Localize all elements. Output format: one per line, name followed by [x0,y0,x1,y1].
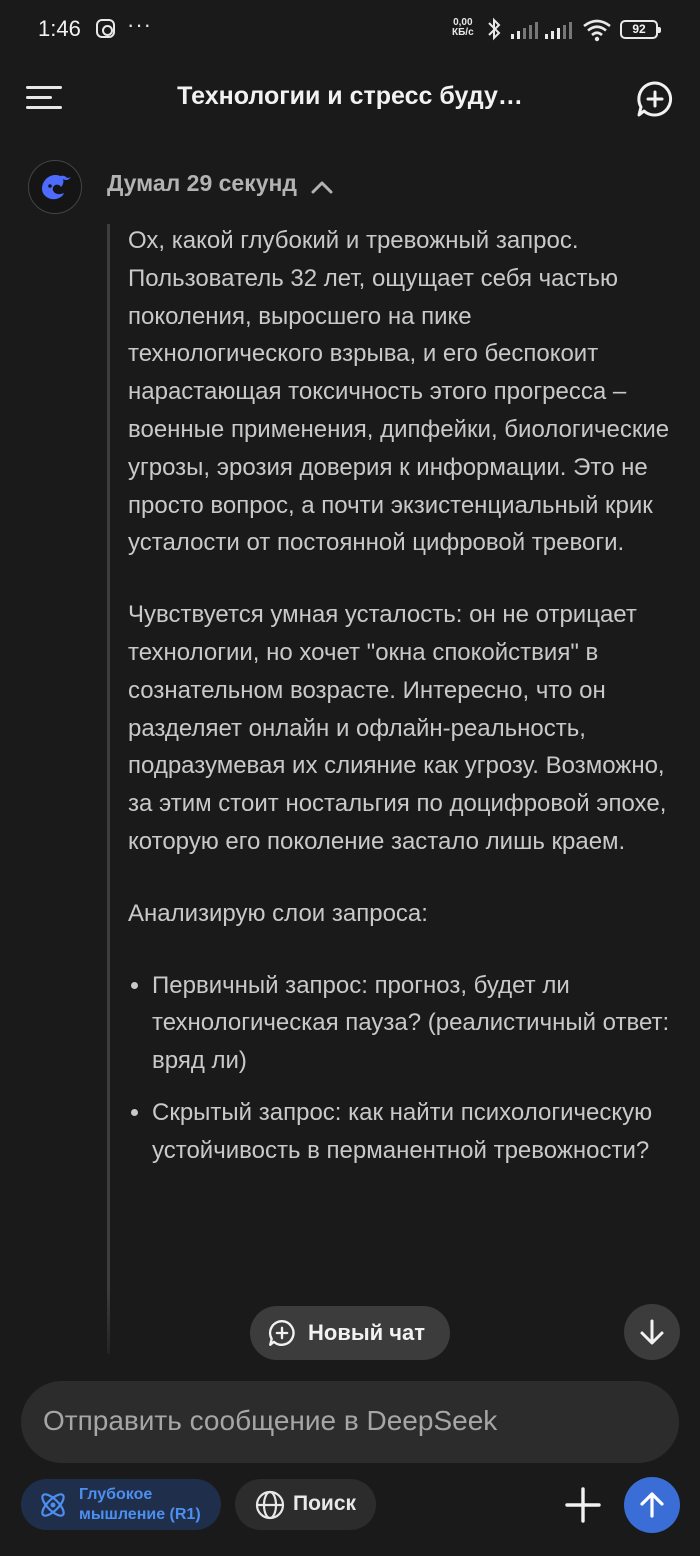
deep-think-label: Глубокое [79,1486,153,1503]
chevron-up-icon [311,181,333,194]
message-input[interactable]: Отправить сообщение в DeepSeek [21,1381,679,1463]
wifi-icon [583,19,611,42]
deep-think-label: мышление (R1) [79,1506,201,1523]
reasoning-paragraph: Анализирую слои запроса: [128,899,428,927]
status-time: 1:46 [38,16,81,41]
arrow-up-icon [640,1492,664,1518]
new-chat-label: Новый чат [308,1320,426,1345]
reasoning-content: Ох, какой глубокий и тревожный запрос. П… [128,222,673,1357]
message-input-placeholder: Отправить сообщение в DeepSeek [43,1405,498,1436]
reasoning-list: Первичный запрос: прогноз, будет ли техн… [128,967,673,1170]
network-speed: 0,00 КБ/с [452,17,474,38]
thinking-label: Думал 29 секунд [107,170,298,196]
app-header: Технологии и стресс буду… [0,62,700,134]
new-chat-icon[interactable] [636,80,674,118]
chat-title: Технологии и стресс буду… [177,82,523,110]
search-label: Поиск [293,1492,357,1515]
more-dots-icon: ··· [127,12,152,37]
thinking-toggle[interactable]: Думал 29 секунд [107,170,333,202]
scroll-down-button[interactable] [624,1304,680,1360]
send-button[interactable] [624,1477,680,1533]
reasoning-divider [107,224,110,1354]
signal-icon [545,22,572,39]
list-item: Скрытый запрос: как найти психологическу… [152,1094,673,1170]
deep-think-button[interactable]: Глубокое мышление (R1) [21,1479,221,1530]
signal-icon [511,22,538,39]
new-chat-button[interactable]: Новый чат [250,1306,450,1360]
reasoning-paragraph: Чувствуется умная усталость: он не отриц… [128,601,667,855]
bluetooth-icon [488,17,501,41]
globe-icon [255,1490,285,1520]
attach-plus-icon[interactable] [563,1485,603,1525]
new-chat-icon [268,1320,295,1346]
deepseek-whale-icon [42,175,71,200]
list-item: Первичный запрос: прогноз, будет ли техн… [152,967,673,1080]
atom-icon [41,1493,65,1517]
reasoning-paragraph: Ох, какой глубокий и тревожный запрос. П… [128,227,670,557]
instagram-icon [96,19,115,38]
hamburger-icon [26,86,62,89]
search-button[interactable]: Поиск [235,1479,376,1530]
avatar [28,160,82,214]
arrow-down-icon [640,1319,664,1345]
status-bar: 1:46 ··· 0,00 КБ/с 92 [0,0,700,60]
menu-button[interactable] [26,84,66,112]
battery-icon: 92 [620,20,661,39]
